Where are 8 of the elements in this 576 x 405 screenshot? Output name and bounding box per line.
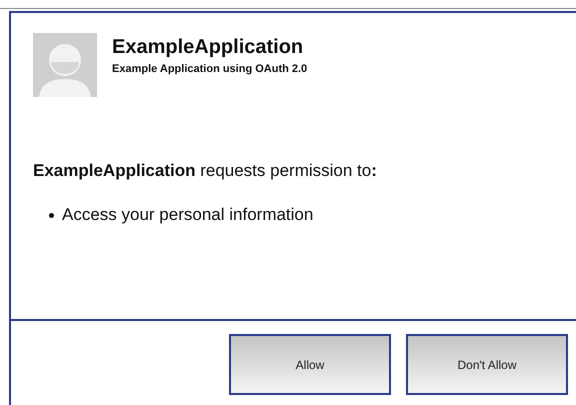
deny-button[interactable]: Don't Allow (406, 334, 568, 395)
app-name: ExampleApplication (112, 36, 304, 59)
avatar-icon (33, 33, 97, 97)
permission-request-text: ExampleApplication requests permission to: (33, 161, 377, 181)
allow-button[interactable]: Allow (229, 334, 391, 395)
bullet-icon (49, 212, 54, 218)
permission-item: Access your personal information (62, 205, 314, 225)
app-description: Example Application using OAuth 2.0 (112, 63, 308, 75)
